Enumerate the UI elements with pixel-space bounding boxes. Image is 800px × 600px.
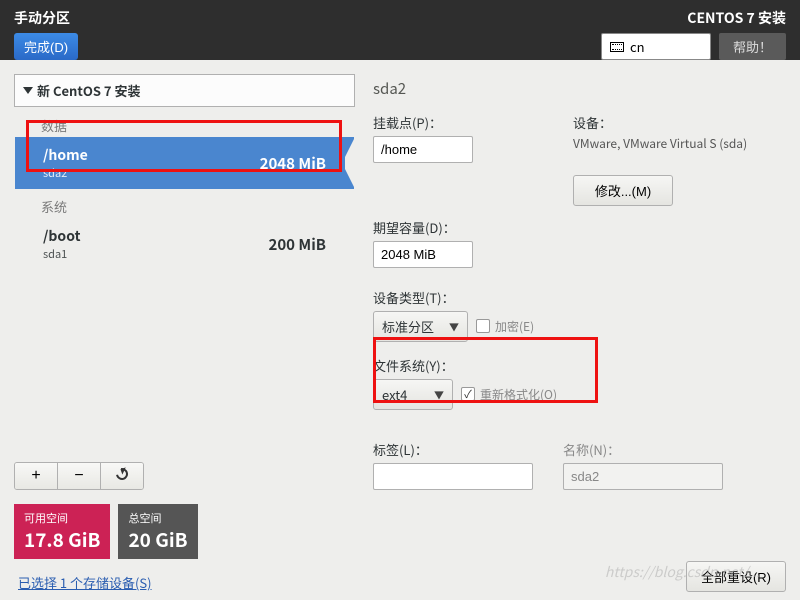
remove-partition-button[interactable]: −: [58, 463, 101, 489]
install-collapse-header[interactable]: 新 CentOS 7 安装: [14, 74, 355, 107]
chevron-down-icon: ▼: [434, 387, 444, 402]
available-space-label: 可用空间: [24, 510, 100, 526]
mountpoint-label: 挂载点(P)：: [373, 113, 473, 132]
partition-device: sda1: [43, 246, 80, 262]
reset-all-button[interactable]: 全部重设(R): [686, 561, 786, 592]
available-space-card: 可用空间 17.8 GiB: [14, 504, 110, 559]
page-title: 手动分区: [14, 8, 78, 28]
encrypt-checkbox-row[interactable]: 加密(E): [476, 318, 534, 335]
done-button[interactable]: 完成(D): [14, 33, 78, 60]
device-type-dropdown[interactable]: 标准分区 ▼: [373, 311, 468, 342]
available-space-value: 17.8 GiB: [24, 526, 100, 553]
partition-item-home[interactable]: /home sda2 2048 MiB: [15, 137, 354, 189]
desired-capacity-label: 期望容量(D)：: [373, 218, 786, 237]
reformat-label: 重新格式化(O): [480, 386, 557, 403]
add-partition-button[interactable]: +: [15, 463, 58, 489]
partition-list: 数据 /home sda2 2048 MiB 系统 /boot sda1 200…: [14, 107, 355, 458]
chevron-down-icon: [23, 87, 33, 94]
device-type-value: 标准分区: [382, 317, 434, 336]
keyboard-layout-label: cn: [630, 37, 645, 56]
partition-mount: /boot: [43, 226, 80, 246]
encrypt-checkbox[interactable]: [476, 319, 490, 333]
label-label: 标签(L)：: [373, 440, 533, 459]
help-button[interactable]: 帮助！: [719, 33, 786, 60]
mountpoint-input[interactable]: [373, 136, 473, 163]
install-label: 新 CentOS 7 安装: [37, 81, 141, 100]
device-type-label: 设备类型(T)：: [373, 288, 786, 307]
partition-item-boot[interactable]: /boot sda1 200 MiB: [15, 218, 354, 270]
modify-device-button[interactable]: 修改...(M): [573, 175, 673, 206]
space-summary: 可用空间 17.8 GiB 总空间 20 GiB: [14, 504, 355, 559]
partition-toolbar: + −: [14, 462, 144, 490]
total-space-card: 总空间 20 GiB: [118, 504, 197, 559]
storage-devices-link[interactable]: 已选择 1 个存储设备(S): [14, 573, 355, 592]
device-section-label: 设备：: [573, 113, 753, 132]
reload-button[interactable]: [101, 463, 143, 489]
reformat-checkbox-row[interactable]: 重新格式化(O): [461, 386, 557, 403]
section-system-label: 系统: [15, 189, 354, 218]
name-label: 名称(N)：: [563, 440, 723, 459]
partition-size: 2048 MiB: [260, 153, 326, 174]
total-space-value: 20 GiB: [128, 526, 187, 553]
chevron-down-icon: ▼: [449, 319, 459, 334]
device-header: sda2: [373, 78, 786, 99]
left-panel: 新 CentOS 7 安装 数据 /home sda2 2048 MiB 系统 …: [0, 60, 355, 600]
reload-icon: [114, 466, 131, 483]
filesystem-value: ext4: [382, 385, 407, 404]
encrypt-label: 加密(E): [495, 318, 534, 335]
reformat-checkbox[interactable]: [461, 387, 475, 401]
filesystem-dropdown[interactable]: ext4 ▼: [373, 379, 453, 410]
section-data-label: 数据: [15, 108, 354, 137]
install-product-title: CENTOS 7 安装: [687, 8, 786, 28]
desired-capacity-input[interactable]: [373, 241, 473, 268]
partition-size: 200 MiB: [268, 234, 326, 255]
right-panel: sda2 挂载点(P)： 设备： VMware, VMware Virtual …: [355, 60, 800, 600]
partition-mount: /home: [43, 145, 88, 165]
filesystem-label: 文件系统(Y)：: [373, 356, 786, 375]
top-bar: 手动分区 完成(D) CENTOS 7 安装 cn 帮助！: [0, 0, 800, 60]
name-input: [563, 463, 723, 490]
keyboard-indicator[interactable]: cn: [601, 33, 711, 60]
total-space-label: 总空间: [128, 510, 187, 526]
label-input[interactable]: [373, 463, 533, 490]
partition-device: sda2: [43, 165, 88, 181]
device-text: VMware, VMware Virtual S (sda): [573, 136, 753, 153]
keyboard-icon: [610, 42, 624, 52]
main-area: 新 CentOS 7 安装 数据 /home sda2 2048 MiB 系统 …: [0, 60, 800, 600]
